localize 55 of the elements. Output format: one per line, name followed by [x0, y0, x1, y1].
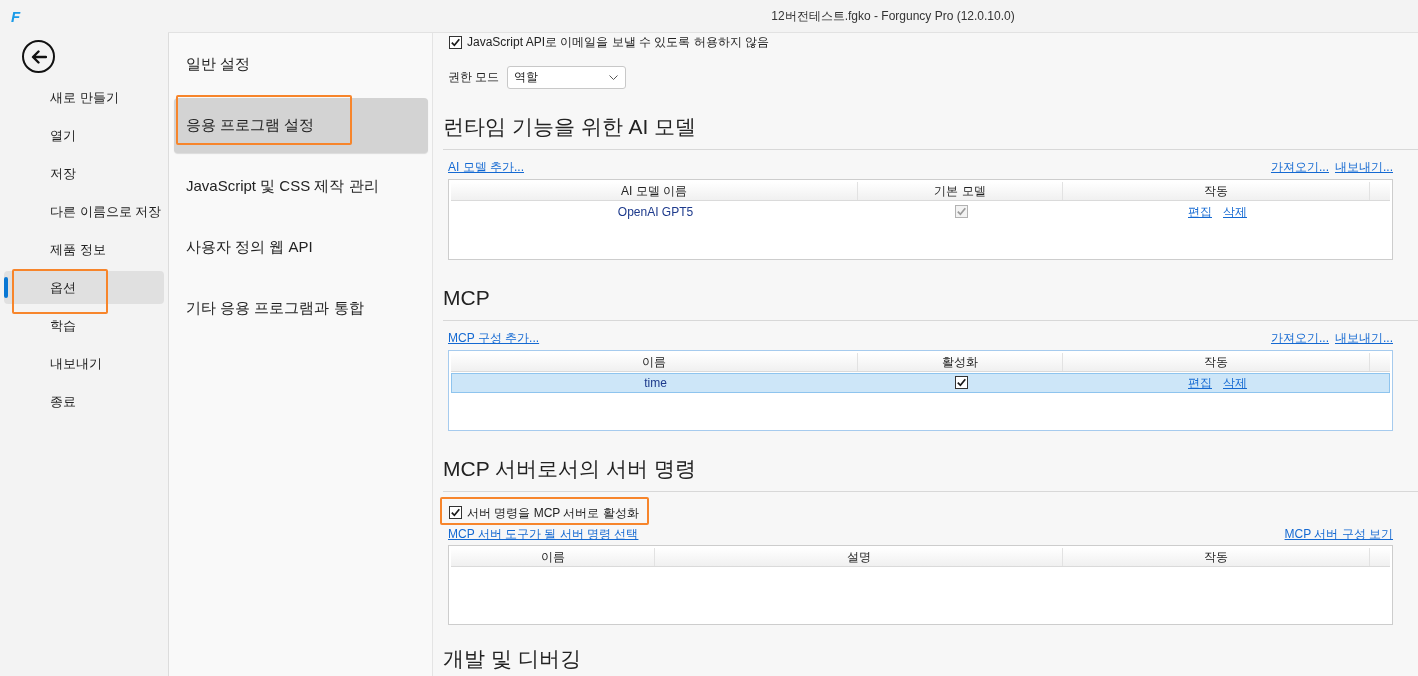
permission-mode-select[interactable]: 역할: [507, 65, 627, 89]
selection-indicator: [4, 277, 8, 298]
settings-nav-item[interactable]: 일반 설정: [174, 37, 428, 92]
settings-nav-item[interactable]: 사용자 정의 웹 API: [174, 220, 428, 275]
sidebar-item[interactable]: 저장: [4, 157, 164, 190]
sidebar-item[interactable]: 제품 정보: [4, 233, 164, 266]
checkbox-label[interactable]: 서버 명령을 MCP 서버로 활성화: [467, 503, 639, 522]
chevron-down-icon: [609, 74, 619, 80]
sidebar-item[interactable]: 종료: [4, 385, 164, 418]
table-box[interactable]: 이름 활성화 작동 time 편집 삭제: [448, 349, 1393, 431]
sidebar-item[interactable]: 학습: [4, 309, 164, 342]
column-header: 작동: [1063, 181, 1370, 200]
sidebar-item[interactable]: 다른 이름으로 저장: [4, 195, 164, 228]
section-heading: 개발 및 디버깅: [443, 646, 582, 672]
section-heading: 런타임 기능을 위한 AI 모델: [443, 112, 1418, 150]
text-link[interactable]: MCP 구성 추가...: [448, 329, 540, 346]
column-header: 설명: [655, 548, 1063, 566]
column-header: 이름: [451, 548, 655, 566]
settings-nav-item[interactable]: 기타 응용 프로그램과 통합: [174, 281, 428, 336]
text-link[interactable]: 내보내기...: [1335, 158, 1393, 175]
column-header: AI 모델 이름: [451, 181, 858, 200]
window-title: 12버전테스트.fgko - Forguncy Pro (12.0.10.0): [771, 8, 1015, 25]
column-header: 기본 모델: [858, 181, 1063, 200]
text-link[interactable]: AI 모델 추가...: [448, 158, 524, 175]
sidebar-item[interactable]: 열기: [4, 119, 164, 152]
settings-nav-item[interactable]: JavaScript 및 CSS 제작 관리: [174, 159, 428, 214]
back-button[interactable]: [22, 40, 55, 73]
settings-nav-item[interactable]: 응용 프로그램 설정: [174, 98, 428, 153]
action-link[interactable]: 편집: [1188, 374, 1212, 391]
table-cell-text: time: [643, 374, 668, 392]
permission-mode-label: 권한 모드: [448, 69, 500, 86]
action-link[interactable]: 삭제: [1223, 374, 1247, 391]
column-header: 이름: [451, 352, 858, 371]
table-row[interactable]: time 편집 삭제: [451, 372, 1390, 393]
text-link[interactable]: MCP 서버 도구가 될 서버 명령 선택: [448, 526, 639, 542]
table-box[interactable]: 이름 설명 작동: [448, 545, 1393, 625]
text-link[interactable]: 가져오기...: [1270, 329, 1329, 346]
left-arrow-icon: [30, 49, 47, 64]
column-header: 활성화: [858, 352, 1063, 371]
sidebar-item[interactable]: 옵션: [4, 271, 164, 304]
checkbox[interactable]: [449, 506, 462, 519]
checkbox[interactable]: [449, 35, 462, 49]
table-cell-text: OpenAI GPT5: [616, 203, 695, 221]
section-heading: MCP 서버로서의 서버 명령: [443, 454, 1418, 492]
column-header: 작동: [1063, 548, 1370, 566]
section-heading: MCP: [443, 283, 1418, 321]
text-link[interactable]: 가져오기...: [1270, 158, 1329, 175]
sidebar-item[interactable]: 내보내기: [4, 347, 164, 380]
text-link[interactable]: 내보내기...: [1335, 329, 1393, 346]
column-header: 작동: [1063, 352, 1370, 371]
checkbox[interactable]: [955, 376, 968, 389]
app-logo: F: [11, 9, 21, 24]
sidebar-item[interactable]: 새로 만들기: [4, 81, 164, 114]
checkbox-label[interactable]: JavaScript API로 이메일을 보낼 수 있도록 허용하지 않음: [467, 33, 770, 51]
text-link[interactable]: MCP 서버 구성 보기: [1284, 526, 1393, 542]
